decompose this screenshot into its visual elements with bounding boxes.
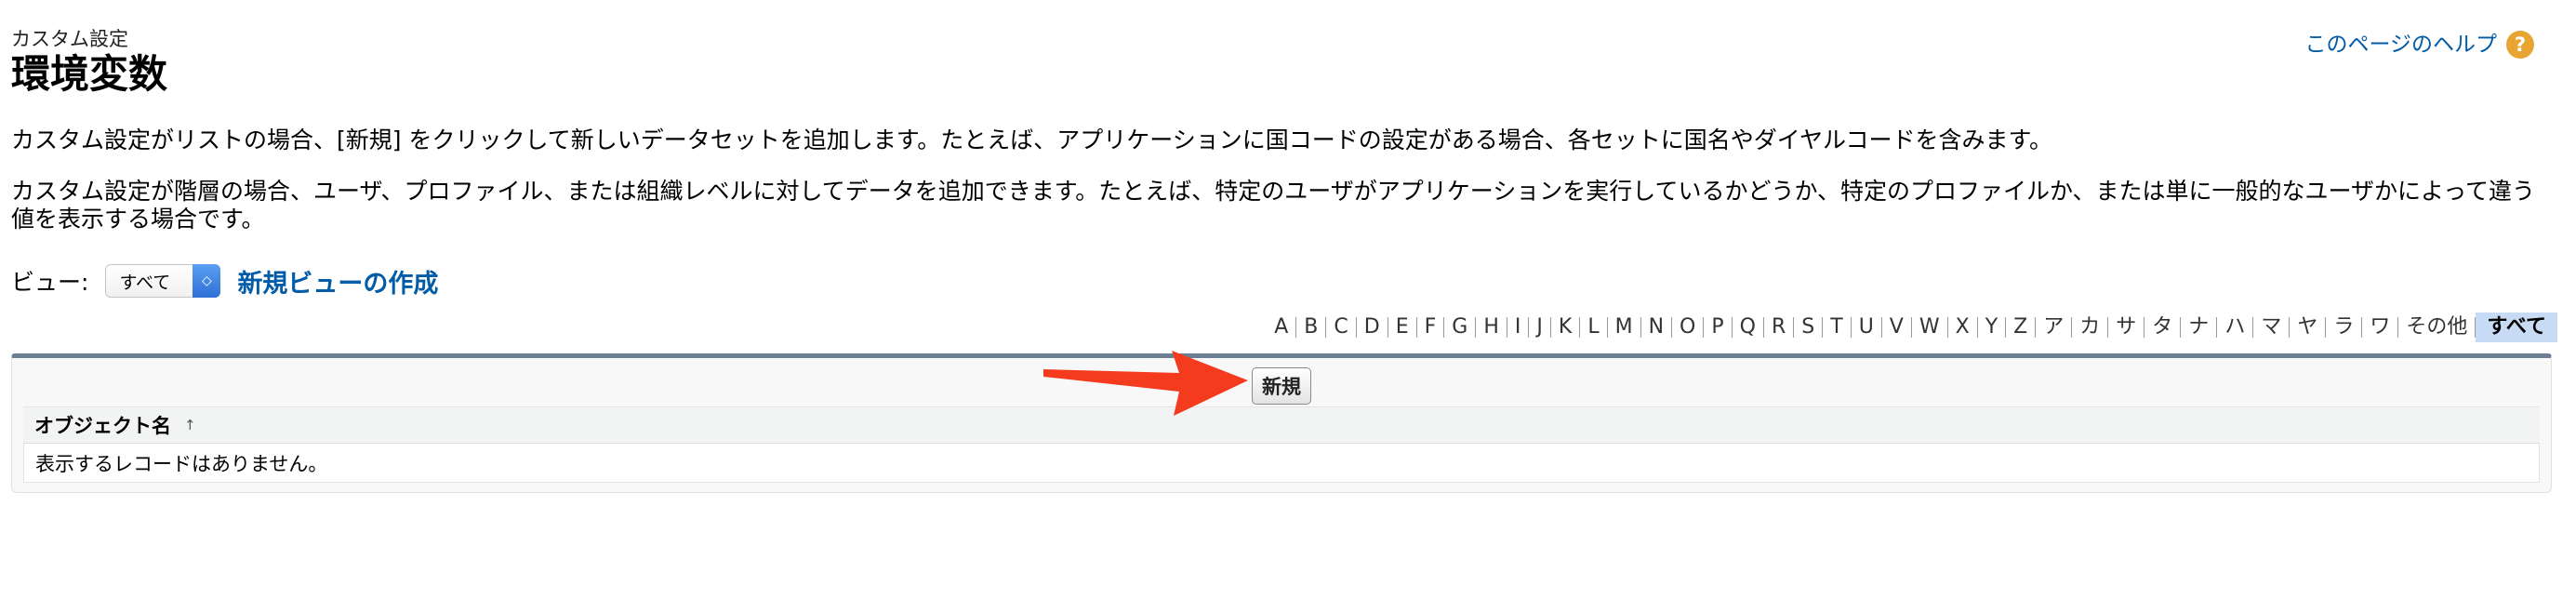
alphabet-filter-item[interactable]: P [1704, 315, 1731, 339]
alphabet-filter-item[interactable]: U [1852, 315, 1881, 339]
alphabet-filter-item[interactable]: マ [2253, 315, 2289, 339]
sort-ascending-icon[interactable]: ↑ [184, 417, 196, 433]
alphabet-filter-item[interactable]: W [1912, 315, 1947, 339]
alphabet-filter-item[interactable]: X [1948, 315, 1977, 339]
alphabet-filter-item[interactable]: ワ [2362, 315, 2397, 339]
empty-table-row: 表示するレコードはありません。 [23, 444, 2540, 483]
alphabet-filter-item[interactable]: S [1794, 315, 1822, 339]
alphabet-filter-item[interactable]: ヤ [2290, 315, 2325, 339]
alphabet-filter-item[interactable]: すべて [2476, 313, 2557, 342]
alphabet-filter-item[interactable]: ハ [2217, 315, 2252, 339]
alphabet-filter-item[interactable]: サ [2108, 315, 2144, 339]
updown-chevron-icon[interactable]: ◇ [193, 264, 221, 298]
alphabet-filter-bar: A B C D E F G H I J K L M N O P Q R S T U V W X Y Z アカサタナハマヤラワその他す… [1267, 313, 2557, 342]
alphabet-filter-item[interactable]: タ [2144, 315, 2180, 339]
alphabet-filter-item[interactable]: L [1580, 315, 1606, 339]
new-button[interactable]: 新規 [1252, 367, 1311, 405]
page: カスタム設定 環境変数 このページのヘルプ ? カスタム設定がリストの場合、[新… [0, 0, 2576, 612]
alphabet-filter-item[interactable]: M [1608, 315, 1640, 339]
description-paragraph-1: カスタム設定がリストの場合、[新規] をクリックして新しいデータセットを追加しま… [11, 126, 2052, 153]
view-label: ビュー: [11, 269, 89, 296]
column-header-object-name[interactable]: オブジェクト名 [34, 411, 171, 439]
page-title: 環境変数 [11, 51, 168, 97]
alphabet-filter-item[interactable]: I [1507, 315, 1529, 339]
list-panel: 新規 オブジェクト名 ↑ 表示するレコードはありません。 [11, 353, 2552, 493]
alphabet-filter-item[interactable]: V [1882, 315, 1911, 339]
alphabet-filter-item[interactable]: E [1388, 315, 1416, 339]
alphabet-filter-item[interactable]: O [1672, 315, 1703, 339]
create-new-view-link[interactable]: 新規ビューの作成 [237, 263, 438, 299]
alphabet-filter-item[interactable]: ラ [2326, 315, 2361, 339]
alphabet-filter-item[interactable]: ナ [2181, 315, 2216, 339]
alphabet-filter-item[interactable]: Y [1978, 315, 2005, 339]
alphabet-filter-item[interactable]: A [1267, 315, 1295, 339]
alphabet-filter-item[interactable]: G [1444, 315, 1475, 339]
alphabet-filter-item[interactable]: Z [2006, 315, 2035, 339]
alphabet-filter-item[interactable]: その他 [2398, 315, 2475, 339]
help-circle-icon[interactable]: ? [2506, 31, 2534, 59]
red-arrow-annotation [1043, 351, 1248, 416]
alphabet-filter-item[interactable]: B [1296, 315, 1325, 339]
help-link[interactable]: このページのヘルプ ? [2304, 31, 2534, 59]
table-header: オブジェクト名 ↑ [23, 406, 2540, 444]
view-select[interactable]: すべて ◇ [105, 264, 221, 298]
alphabet-filter-item[interactable]: D [1357, 315, 1388, 339]
alphabet-filter-item[interactable]: K [1551, 315, 1579, 339]
alphabet-filter-item[interactable]: F [1417, 315, 1444, 339]
alphabet-filter-item[interactable]: H [1476, 315, 1507, 339]
help-link-label[interactable]: このページのヘルプ [2304, 31, 2497, 59]
view-select-value: すべて [119, 272, 171, 293]
red-arrow-shape [1043, 351, 1248, 416]
alphabet-filter-item[interactable]: カ [2072, 315, 2107, 339]
empty-message: 表示するレコードはありません。 [35, 452, 328, 475]
alphabet-filter-item[interactable]: R [1764, 315, 1793, 339]
alphabet-filter-item[interactable]: Q [1733, 315, 1763, 339]
description-paragraph-2: カスタム設定が階層の場合、ユーザ、プロファイル、または組織レベルに対してデータを… [11, 178, 2536, 233]
alphabet-filter-item[interactable]: T [1823, 315, 1850, 339]
alphabet-filter-item[interactable]: N [1641, 315, 1671, 339]
alphabet-filter-item[interactable]: J [1529, 315, 1550, 339]
view-row: ビュー: すべて ◇ 新規ビューの作成 [11, 260, 438, 301]
alphabet-filter-item[interactable]: C [1326, 315, 1355, 339]
alphabet-filter-item[interactable]: ア [2036, 315, 2071, 339]
